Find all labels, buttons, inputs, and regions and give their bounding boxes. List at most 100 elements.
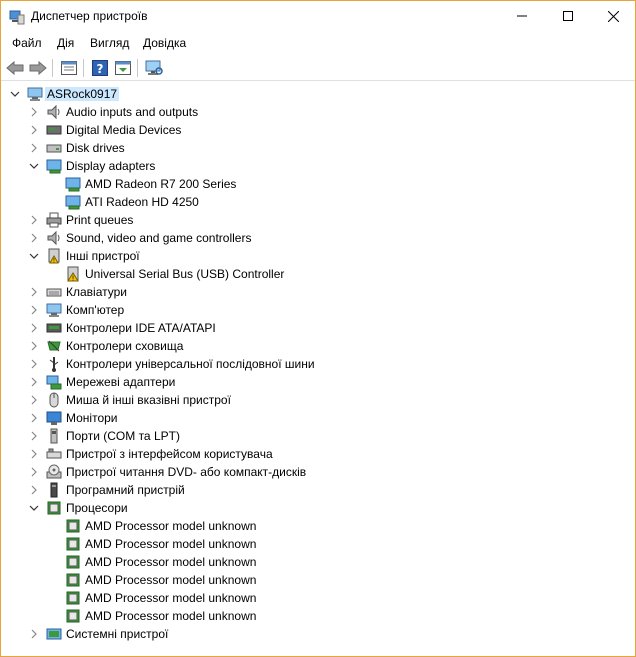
title-bar[interactable]: Диспетчер пристроїв — [1, 1, 635, 32]
scan-hardware-button[interactable] — [113, 58, 133, 78]
tree-device[interactable]: ! Universal Serial Bus (USB) Controller — [1, 265, 631, 283]
speaker-icon — [46, 230, 62, 246]
menu-action[interactable]: Дія — [57, 36, 74, 50]
properties-button[interactable] — [59, 58, 79, 78]
back-arrow-icon — [6, 61, 24, 75]
tree-node-label: Клавіатури — [66, 285, 127, 299]
expand-chevron-icon[interactable] — [28, 283, 40, 301]
tree-node-label: ASRock0917 — [45, 87, 120, 101]
tree-device[interactable]: AMD Processor model unknown — [1, 571, 631, 589]
tree-device[interactable]: AMD Processor model unknown — [1, 535, 631, 553]
tree-category[interactable]: Монітори — [1, 409, 631, 427]
expand-chevron-icon[interactable] — [28, 211, 40, 229]
disk-drive-icon — [46, 140, 62, 156]
back-button[interactable] — [5, 58, 25, 78]
processor-icon — [65, 518, 81, 534]
device-manager-window: Диспетчер пристроїв Файл Дія Вигляд Дові… — [0, 0, 636, 657]
tree-node-label: Порти (COM та LPT) — [66, 429, 180, 443]
expand-chevron-icon[interactable] — [28, 301, 40, 319]
expand-chevron-icon[interactable] — [28, 229, 40, 247]
tree-device[interactable]: AMD Radeon R7 200 Series — [1, 175, 631, 193]
tree-category[interactable]: Процесори — [1, 499, 631, 517]
processor-icon — [65, 536, 81, 552]
tree-category[interactable]: Порти (COM та LPT) — [1, 427, 631, 445]
tree-node-label: Мережеві адаптери — [66, 375, 176, 389]
forward-button[interactable] — [28, 58, 48, 78]
help-button[interactable]: ? — [90, 58, 110, 78]
tree-root[interactable]: ASRock0917 — [1, 85, 631, 103]
device-manager-icon — [9, 9, 25, 25]
minimize-button[interactable] — [499, 1, 545, 31]
expand-chevron-icon[interactable] — [28, 463, 40, 481]
collapse-chevron-icon[interactable] — [28, 499, 40, 517]
tree-category[interactable]: ! Інші пристрої — [1, 247, 631, 265]
tree-device[interactable]: AMD Processor model unknown — [1, 517, 631, 535]
warning-device-icon: ! — [65, 266, 81, 283]
toolbar-separator — [137, 59, 138, 77]
tree-device[interactable]: AMD Processor model unknown — [1, 607, 631, 625]
toolbar-separator — [83, 59, 84, 77]
tree-node-label: Display adapters — [66, 159, 156, 173]
expand-chevron-icon[interactable] — [28, 337, 40, 355]
window-title: Диспетчер пристроїв — [31, 9, 148, 23]
tree-category[interactable]: Клавіатури — [1, 283, 631, 301]
toolbar-separator — [52, 59, 53, 77]
expand-chevron-icon[interactable] — [28, 409, 40, 427]
expand-chevron-icon[interactable] — [28, 445, 40, 463]
expand-chevron-icon[interactable] — [28, 121, 40, 139]
tree-category[interactable]: Print queues — [1, 211, 631, 229]
processor-icon — [65, 554, 81, 570]
tree-category[interactable]: Миша й інші вказівні пристрої — [1, 391, 631, 409]
expand-chevron-icon[interactable] — [28, 373, 40, 391]
tree-category[interactable]: Комп'ютер — [1, 301, 631, 319]
media-device-icon — [46, 122, 62, 138]
tree-category[interactable]: Контролери IDE ATA/ATAPI — [1, 319, 631, 337]
tree-node-label: Інші пристрої — [66, 249, 140, 263]
menu-help[interactable]: Довідка — [143, 36, 186, 50]
processor-icon — [65, 608, 81, 624]
update-driver-icon — [115, 61, 131, 75]
expand-chevron-icon[interactable] — [28, 427, 40, 445]
expand-chevron-icon[interactable] — [28, 355, 40, 373]
svg-text:!: ! — [53, 258, 55, 265]
tree-device[interactable]: AMD Processor model unknown — [1, 553, 631, 571]
tree-node-label: AMD Processor model unknown — [85, 591, 257, 605]
tree-category[interactable]: Мережеві адаптери — [1, 373, 631, 391]
tree-category[interactable]: Контролери універсальної послідовної шин… — [1, 355, 631, 373]
tree-device[interactable]: AMD Processor model unknown — [1, 589, 631, 607]
expand-chevron-icon[interactable] — [28, 391, 40, 409]
tree-category[interactable]: Пристрої читання DVD- або компакт-дисків — [1, 463, 631, 481]
close-button[interactable] — [590, 1, 636, 31]
expand-chevron-icon[interactable] — [28, 625, 40, 643]
maximize-button[interactable] — [545, 1, 591, 31]
collapse-chevron-icon[interactable] — [28, 247, 40, 265]
tree-node-label: AMD Radeon R7 200 Series — [85, 177, 237, 191]
tree-category[interactable]: Пристрої з інтерфейсом користувача — [1, 445, 631, 463]
tree-category[interactable]: Контролери сховища — [1, 337, 631, 355]
menu-file[interactable]: Файл — [12, 36, 42, 50]
tree-device[interactable]: ATI Radeon HD 4250 — [1, 193, 631, 211]
menu-view[interactable]: Вигляд — [90, 36, 129, 50]
scan-changes-button[interactable] — [144, 58, 164, 78]
tree-category[interactable]: Display adapters — [1, 157, 631, 175]
tree-category[interactable]: Digital Media Devices — [1, 121, 631, 139]
monitor-icon — [46, 410, 62, 426]
expand-chevron-icon[interactable] — [28, 139, 40, 157]
network-adapter-icon — [46, 374, 62, 390]
collapse-chevron-icon[interactable] — [9, 85, 21, 103]
collapse-chevron-icon[interactable] — [28, 157, 40, 175]
expand-chevron-icon[interactable] — [28, 103, 40, 121]
port-icon — [46, 428, 62, 444]
tree-category[interactable]: Disk drives — [1, 139, 631, 157]
expand-chevron-icon[interactable] — [28, 481, 40, 499]
tree-category[interactable]: Audio inputs and outputs — [1, 103, 631, 121]
tree-category[interactable]: Sound, video and game controllers — [1, 229, 631, 247]
tree-category[interactable]: Системні пристрої — [1, 625, 631, 643]
computer-icon — [27, 86, 43, 102]
tree-node-label: Комп'ютер — [66, 303, 125, 317]
expand-chevron-icon[interactable] — [28, 319, 40, 337]
tree-category[interactable]: Програмний пристрій — [1, 481, 631, 499]
system-device-icon — [46, 626, 62, 642]
speaker-icon — [46, 104, 62, 120]
keyboard-icon — [46, 284, 62, 300]
